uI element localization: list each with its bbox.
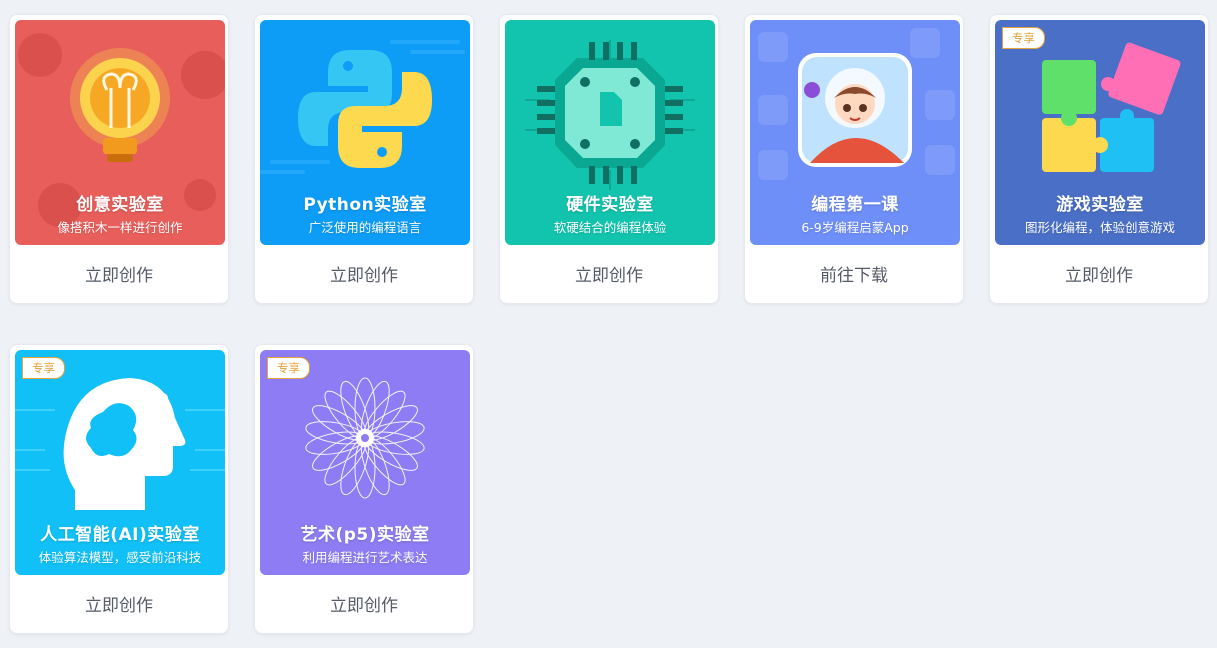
banner-art-lab[interactable]: 艺术(p5)实验室 利用编程进行艺术表达 专享 (260, 350, 470, 575)
create-now-button[interactable]: 立即创作 (990, 261, 1208, 286)
card-python-lab[interactable]: Python实验室 广泛使用的编程语言 立即创作 (254, 14, 474, 304)
card-title: 硬件实验室 (566, 195, 654, 215)
banner-python-lab[interactable]: Python实验室 广泛使用的编程语言 (260, 20, 470, 245)
banner-game-lab[interactable]: 游戏实验室 图形化编程，体验创意游戏 专享 (995, 20, 1205, 245)
banner-first-lesson[interactable]: 编程第一课 6-9岁编程启蒙App (750, 20, 960, 245)
exclusive-badge: 专享 (22, 357, 65, 379)
exclusive-badge: 专享 (267, 357, 310, 379)
card-art-lab[interactable]: 艺术(p5)实验室 利用编程进行艺术表达 专享 立即创作 (254, 344, 474, 634)
banner-hardware-lab[interactable]: 硬件实验室 软硬结合的编程体验 (505, 20, 715, 245)
card-subtitle: 体验算法模型，感受前沿科技 (38, 550, 202, 565)
create-now-button[interactable]: 立即创作 (10, 261, 228, 286)
create-now-button[interactable]: 立即创作 (500, 261, 718, 286)
card-title: 人工智能(AI)实验室 (40, 525, 200, 545)
create-now-button[interactable]: 立即创作 (255, 261, 473, 286)
card-hardware-lab[interactable]: 硬件实验室 软硬结合的编程体验 立即创作 (499, 14, 719, 304)
create-now-button[interactable]: 立即创作 (255, 591, 473, 616)
create-now-button[interactable]: 立即创作 (10, 591, 228, 616)
banner-ai-lab[interactable]: 人工智能(AI)实验室 体验算法模型，感受前沿科技 专享 (15, 350, 225, 575)
banner-creative-lab[interactable]: 创意实验室 像搭积木一样进行创作 (15, 20, 225, 245)
card-title: Python实验室 (303, 195, 427, 215)
download-button[interactable]: 前往下载 (745, 261, 963, 286)
card-ai-lab[interactable]: 人工智能(AI)实验室 体验算法模型，感受前沿科技 专享 立即创作 (9, 344, 229, 634)
card-subtitle: 像搭积木一样进行创作 (57, 220, 183, 235)
card-title: 创意实验室 (76, 195, 164, 215)
exclusive-badge: 专享 (1002, 27, 1045, 49)
card-subtitle: 广泛使用的编程语言 (308, 220, 422, 235)
card-title: 艺术(p5)实验室 (300, 525, 430, 545)
card-title: 编程第一课 (811, 195, 899, 215)
card-subtitle: 利用编程进行艺术表达 (302, 550, 428, 565)
card-title: 游戏实验室 (1056, 195, 1144, 215)
card-first-lesson[interactable]: 编程第一课 6-9岁编程启蒙App 前往下载 (744, 14, 964, 304)
card-game-lab[interactable]: 游戏实验室 图形化编程，体验创意游戏 专享 立即创作 (989, 14, 1209, 304)
card-creative-lab[interactable]: 创意实验室 像搭积木一样进行创作 立即创作 (9, 14, 229, 304)
lab-grid: 创意实验室 像搭积木一样进行创作 立即创作 Python实验室 广泛使用的编程语… (0, 0, 1217, 648)
card-subtitle: 软硬结合的编程体验 (553, 220, 667, 235)
card-subtitle: 图形化编程，体验创意游戏 (1024, 220, 1175, 235)
card-subtitle: 6-9岁编程启蒙App (801, 220, 909, 235)
